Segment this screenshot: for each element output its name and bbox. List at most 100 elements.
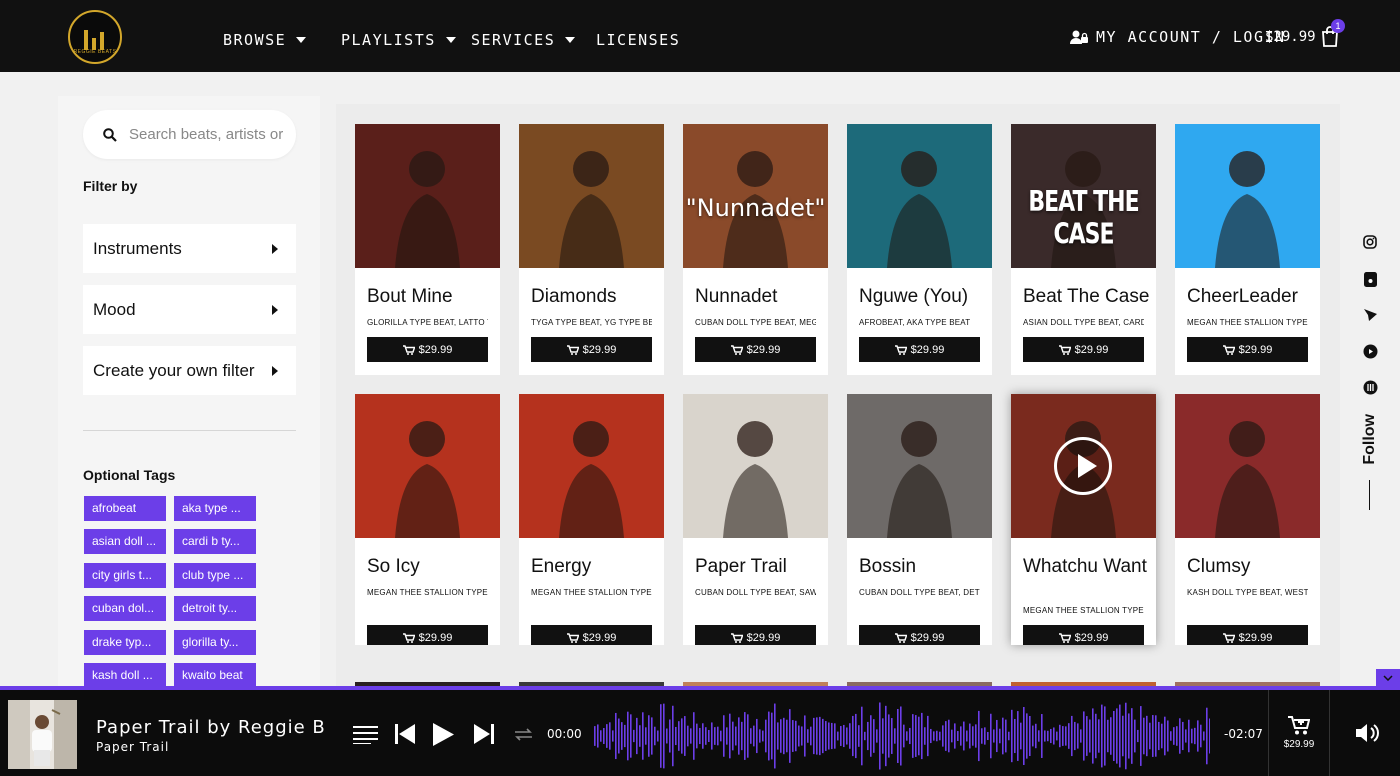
beat-artwork[interactable] xyxy=(683,394,828,538)
beat-artwork[interactable] xyxy=(519,124,664,268)
beat-title[interactable]: Nunnadet xyxy=(695,287,825,306)
beat-title[interactable]: Bossin xyxy=(859,557,989,576)
beat-card[interactable]: Clumsy KASH DOLL TYPE BEAT, WESTSIDE $29.9… xyxy=(1175,394,1320,645)
tag-chip[interactable]: drake typ... xyxy=(84,630,166,655)
add-to-cart-button[interactable]: $29.99 xyxy=(695,337,816,362)
beat-title[interactable]: Diamonds xyxy=(531,287,661,306)
beat-artwork[interactable] xyxy=(355,124,500,268)
add-to-cart-button[interactable]: $29.99 xyxy=(367,625,488,645)
waveform-bar xyxy=(993,729,995,743)
tag-chip[interactable]: club type ... xyxy=(174,563,256,588)
tag-chip[interactable]: cardi b ty... xyxy=(174,529,256,554)
tag-chip[interactable]: kash doll ... xyxy=(84,663,166,688)
beat-card[interactable]: Bout Mine GLORILLA TYPE BEAT, LATTO TYPE … xyxy=(355,124,500,375)
search-input[interactable] xyxy=(129,126,289,143)
beat-artwork[interactable]: BEAT THE CASE xyxy=(1011,124,1156,268)
beat-title[interactable]: Clumsy xyxy=(1187,557,1317,576)
beat-card[interactable]: Bossin CUBAN DOLL TYPE BEAT, DETROIT $29.9… xyxy=(847,394,992,645)
previous-track-icon[interactable] xyxy=(395,724,415,744)
beatstars-icon[interactable] xyxy=(1360,377,1380,397)
play-icon[interactable] xyxy=(432,722,455,747)
waveform-bar xyxy=(612,730,614,742)
waveform-bar xyxy=(1014,718,1016,754)
beat-card[interactable]: CheerLeader MEGAN THEE STALLION TYPE BEAT… xyxy=(1175,124,1320,375)
next-track-icon[interactable] xyxy=(474,724,494,744)
volume-icon[interactable] xyxy=(1356,723,1380,743)
beat-price: $29.99 xyxy=(582,631,617,644)
play-overlay-icon[interactable] xyxy=(1054,437,1112,495)
tag-chip[interactable]: cuban dol... xyxy=(84,596,166,621)
beat-artwork[interactable]: "Nunnadet" xyxy=(683,124,828,268)
nav-licenses[interactable]: LICENSES xyxy=(596,31,680,49)
add-to-cart-button[interactable]: $29.99 xyxy=(1023,337,1144,362)
waveform-seekbar[interactable] xyxy=(594,698,1210,774)
beat-artwork[interactable] xyxy=(355,394,500,538)
beat-card[interactable]: Nguwe (You) AFROBEAT, AKA TYPE BEAT $29.99 xyxy=(847,124,992,375)
tag-chip[interactable]: glorilla ty... xyxy=(174,630,256,655)
tag-chip[interactable]: aka type ... xyxy=(174,496,256,521)
beat-title[interactable]: Beat The Case xyxy=(1023,287,1153,306)
cart-total[interactable]: $29.99 xyxy=(1265,29,1316,45)
nav-services[interactable]: SERVICES xyxy=(471,31,576,49)
filter-instruments[interactable]: Instruments xyxy=(83,224,296,273)
search-box[interactable] xyxy=(83,110,296,159)
nav-browse[interactable]: BROWSE xyxy=(223,31,307,49)
soundcloud-icon[interactable] xyxy=(1360,305,1380,325)
beat-card[interactable]: So Icy MEGAN THEE STALLION TYPE BEAT $29.9… xyxy=(355,394,500,645)
waveform-bar xyxy=(693,712,695,760)
add-to-cart-button[interactable]: $29.99 xyxy=(859,625,980,645)
beat-card[interactable]: Paper Trail CUBAN DOLL TYPE BEAT, SAWEETI… xyxy=(683,394,828,645)
filter-mood[interactable]: Mood xyxy=(83,285,296,334)
waveform-bar xyxy=(780,719,782,753)
cart-icon xyxy=(566,344,579,355)
tag-chip[interactable]: kwaito beat xyxy=(174,663,256,688)
waveform-bar xyxy=(1179,718,1181,754)
waveform-bar xyxy=(1119,704,1121,768)
player-buy-button[interactable]: $29.99 xyxy=(1268,690,1330,776)
add-to-cart-button[interactable]: $29.99 xyxy=(1187,337,1308,362)
instagram-icon[interactable] xyxy=(1360,232,1380,252)
account-login-link[interactable]: MY ACCOUNT / LOGIN xyxy=(1070,28,1286,46)
beat-artwork[interactable] xyxy=(519,394,664,538)
beat-artwork[interactable] xyxy=(1011,394,1156,538)
site-logo[interactable]: REGGIE BEATS xyxy=(68,10,122,64)
filter-custom[interactable]: Create your own filter xyxy=(83,346,296,395)
beat-title[interactable]: Paper Trail xyxy=(695,557,825,576)
beat-card[interactable]: "Nunnadet" Nunnadet CUBAN DOLL TYPE BEAT, … xyxy=(683,124,828,375)
repeat-icon[interactable] xyxy=(514,727,533,742)
beat-artwork[interactable] xyxy=(847,394,992,538)
beat-artwork[interactable] xyxy=(847,124,992,268)
waveform-bar xyxy=(1089,719,1091,753)
add-to-cart-button[interactable]: $29.99 xyxy=(367,337,488,362)
beat-title[interactable]: CheerLeader xyxy=(1187,287,1317,306)
add-to-cart-button[interactable]: $29.99 xyxy=(531,337,652,362)
add-to-cart-button[interactable]: $29.99 xyxy=(1187,625,1308,645)
add-to-cart-button[interactable]: $29.99 xyxy=(695,625,816,645)
beat-title[interactable]: Whatchu Want xyxy=(1023,557,1153,576)
beat-card[interactable]: Energy MEGAN THEE STALLION TYPE BEAT $29.9… xyxy=(519,394,664,645)
tag-chip[interactable]: asian doll ... xyxy=(84,529,166,554)
add-to-cart-button[interactable]: $29.99 xyxy=(859,337,980,362)
tag-chip[interactable]: afrobeat xyxy=(84,496,166,521)
tiktok-icon[interactable] xyxy=(1360,269,1380,289)
waveform-bar xyxy=(621,722,623,750)
waveform-bar xyxy=(1080,729,1082,743)
playlist-icon[interactable] xyxy=(353,726,378,744)
beat-card[interactable]: Diamonds TYGA TYPE BEAT, YG TYPE BEAT $29.… xyxy=(519,124,664,375)
add-to-cart-button[interactable]: $29.99 xyxy=(531,625,652,645)
tag-chip[interactable]: detroit ty... xyxy=(174,596,256,621)
youtube-icon[interactable] xyxy=(1360,341,1380,361)
beat-title[interactable]: So Icy xyxy=(367,557,497,576)
beat-title[interactable]: Nguwe (You) xyxy=(859,287,989,306)
tag-chip[interactable]: city girls t... xyxy=(84,563,166,588)
beat-title[interactable]: Bout Mine xyxy=(367,287,497,306)
beat-artwork[interactable] xyxy=(1175,394,1320,538)
beat-card[interactable]: Whatchu Want MEGAN THEE STALLION TYPE BEA… xyxy=(1011,394,1156,645)
beat-title[interactable]: Energy xyxy=(531,557,661,576)
beat-price: $29.99 xyxy=(1074,343,1109,356)
collapse-player-button[interactable] xyxy=(1376,669,1400,686)
beat-card[interactable]: BEAT THE CASE Beat The Case ASIAN DOLL TYP… xyxy=(1011,124,1156,375)
beat-artwork[interactable] xyxy=(1175,124,1320,268)
add-to-cart-button[interactable]: $29.99 xyxy=(1023,625,1144,645)
nav-playlists[interactable]: PLAYLISTS xyxy=(341,31,456,49)
